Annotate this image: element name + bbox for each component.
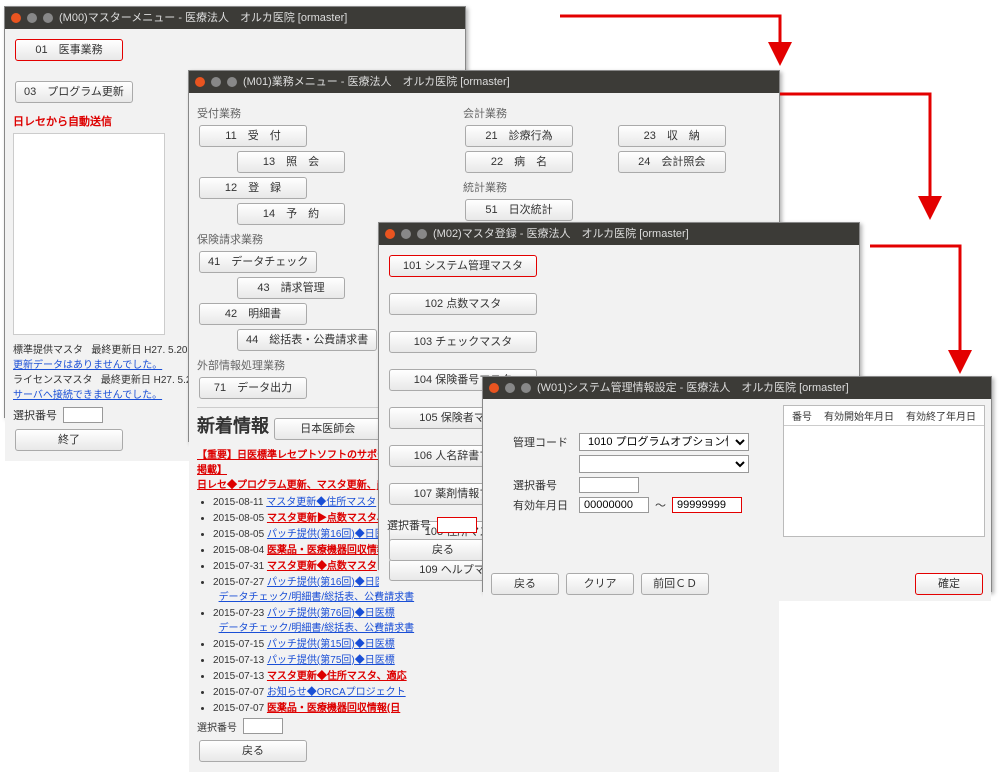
titlebar[interactable]: (M02)マスタ登録 - 医療法人 オルカ医院 [ormaster]	[379, 223, 859, 245]
select-no-label: 選択番号	[513, 477, 573, 493]
window-title: (M01)業務メニュー - 医療法人 オルカ医院 [ormaster]	[243, 71, 510, 93]
news-heading: 新着情報	[197, 416, 269, 436]
grp-uketsuke: 受付業務	[197, 105, 433, 121]
btn-iji-gyomu[interactable]: 01 医事業務	[15, 39, 123, 61]
btn-14[interactable]: 14 予 約	[237, 203, 345, 225]
btn-102[interactable]: 102 点数マスタ	[389, 293, 537, 315]
license-master-label: ライセンスマスタ	[13, 375, 93, 386]
btn-44[interactable]: 44 総括表・公費請求書	[237, 329, 377, 351]
btn-confirm[interactable]: 確定	[915, 573, 983, 595]
btn-12[interactable]: 12 登 録	[199, 177, 307, 199]
btn-11[interactable]: 11 受 付	[199, 125, 307, 147]
mgmt-code-label: 管理コード	[513, 434, 573, 450]
validity-panel: 番号有効開始年月日有効終了年月日	[783, 405, 985, 537]
btn-24[interactable]: 24 会計照会	[618, 151, 726, 173]
btn-prev-cd[interactable]: 前回ＣＤ	[641, 573, 709, 595]
btn-51[interactable]: 51 日次統計	[465, 199, 573, 221]
titlebar[interactable]: (M01)業務メニュー - 医療法人 オルカ医院 [ormaster]	[189, 71, 779, 93]
select-no-label: 選択番号	[13, 407, 57, 423]
btn-41[interactable]: 41 データチェック	[199, 251, 317, 273]
grp-kaikei: 会計業務	[463, 105, 771, 121]
btn-program-update[interactable]: 03 プログラム更新	[15, 81, 133, 103]
std-master-date: 最終更新日 H27. 5.20	[91, 345, 187, 356]
date-to-input[interactable]	[672, 497, 742, 513]
titlebar[interactable]: (M00)マスターメニュー - 医療法人 オルカ医院 [ormaster]	[5, 7, 465, 29]
btn-101[interactable]: 101 システム管理マスタ	[389, 255, 537, 277]
btn-71[interactable]: 71 データ出力	[199, 377, 307, 399]
server-fail-label: サーバへ接続できませんでした。	[13, 390, 162, 401]
window-sys-setting: (W01)システム管理情報設定 - 医療法人 オルカ医院 [ormaster] …	[482, 376, 992, 592]
select-no-label: 選択番号	[387, 517, 431, 533]
alert-line2[interactable]: 掲載】	[197, 465, 227, 476]
select-no-input[interactable]	[243, 718, 283, 734]
license-master-date: 最終更新日 H27. 5.20	[101, 375, 197, 386]
window-title: (W01)システム管理情報設定 - 医療法人 オルカ医院 [ormaster]	[537, 377, 849, 399]
btn-exit[interactable]: 終了	[15, 429, 123, 451]
btn-103[interactable]: 103 チェックマスタ	[389, 331, 537, 353]
blank-panel	[13, 133, 165, 335]
btn-nichii[interactable]: 日本医師会	[274, 418, 382, 440]
alert-line3[interactable]: 日レセ◆プログラム更新、マスタ更新、jm	[197, 480, 388, 491]
sub-select[interactable]	[579, 455, 749, 473]
btn-23[interactable]: 23 収 納	[618, 125, 726, 147]
alert-line1[interactable]: 【重要】日医標準レセプトソフトのサポート	[197, 450, 397, 461]
btn-back[interactable]: 戻る	[389, 539, 497, 561]
mgmt-code-select[interactable]: 1010 プログラムオプション情報	[579, 433, 749, 451]
btn-13[interactable]: 13 照 会	[237, 151, 345, 173]
select-no-label: 選択番号	[197, 719, 237, 734]
btn-43[interactable]: 43 請求管理	[237, 277, 345, 299]
select-no-input[interactable]	[437, 517, 477, 533]
std-master-label: 標準提供マスタ	[13, 345, 83, 356]
no-update-label: 更新データはありませんでした。	[13, 360, 162, 371]
window-title: (M02)マスタ登録 - 医療法人 オルカ医院 [ormaster]	[433, 223, 689, 245]
select-no-input[interactable]	[63, 407, 103, 423]
window-title: (M00)マスターメニュー - 医療法人 オルカ医院 [ormaster]	[59, 7, 347, 29]
btn-42[interactable]: 42 明細書	[199, 303, 307, 325]
btn-back[interactable]: 戻る	[199, 740, 307, 762]
btn-22[interactable]: 22 病 名	[465, 151, 573, 173]
btn-clear[interactable]: クリア	[566, 573, 634, 595]
btn-back[interactable]: 戻る	[491, 573, 559, 595]
grp-tokei: 統計業務	[463, 179, 771, 195]
select-no-input[interactable]	[579, 477, 639, 493]
valid-date-label: 有効年月日	[513, 497, 573, 513]
date-from-input[interactable]	[579, 497, 649, 513]
titlebar[interactable]: (W01)システム管理情報設定 - 医療法人 オルカ医院 [ormaster]	[483, 377, 991, 399]
btn-21[interactable]: 21 診療行為	[465, 125, 573, 147]
